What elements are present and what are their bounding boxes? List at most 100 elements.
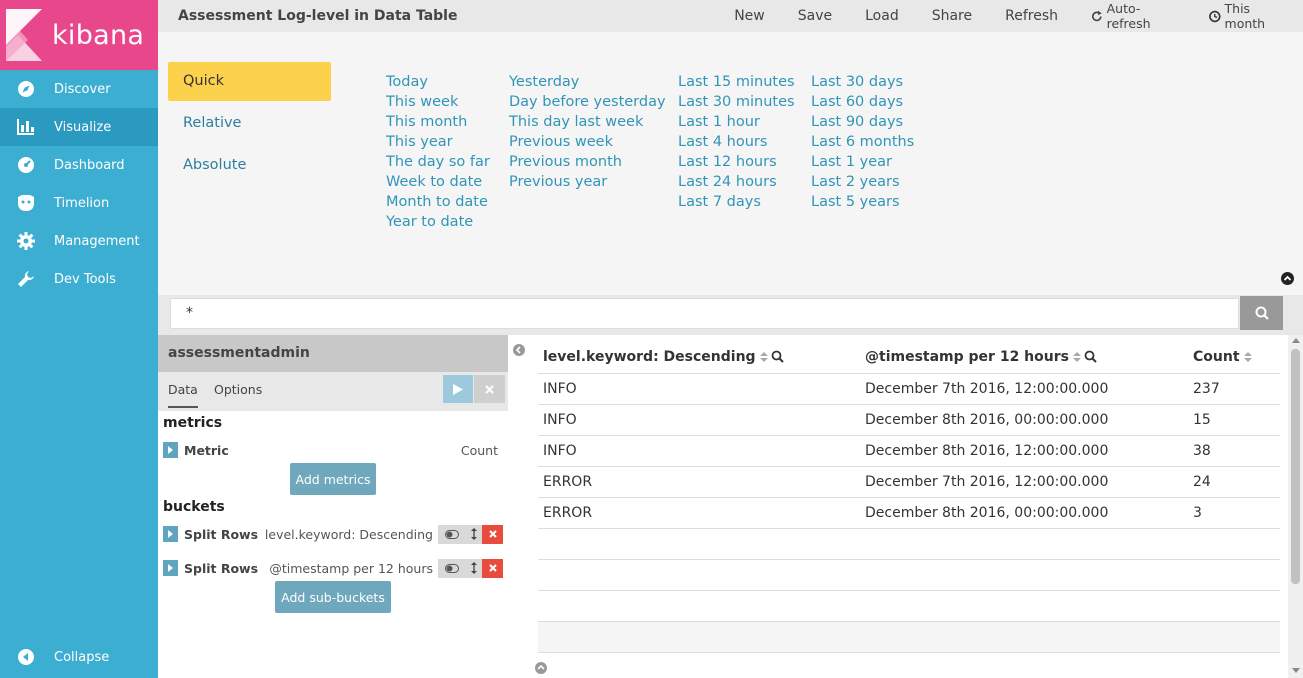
tab-options[interactable]: Options <box>214 382 262 408</box>
refresh-button[interactable]: Refresh <box>1005 8 1058 24</box>
quick-last-6-months[interactable]: Last 6 months <box>811 132 914 152</box>
magnifier-icon[interactable] <box>1084 350 1097 363</box>
scroll-up-arrow-icon[interactable] <box>1292 338 1300 343</box>
quick-this-day-last-week[interactable]: This day last week <box>509 112 666 132</box>
metric-agg-row[interactable]: Metric Count <box>163 439 503 461</box>
expand-chevron-up-icon[interactable] <box>535 662 547 674</box>
vertical-scrollbar[interactable] <box>1288 335 1303 678</box>
quick-previous-week[interactable]: Previous week <box>509 132 666 152</box>
bucket-agg-row[interactable]: Split Rows @timestamp per 12 hours <box>163 557 503 579</box>
quick-week-to-date[interactable]: Week to date <box>386 172 490 192</box>
data-table: level.keyword: Descending @timestamp per… <box>538 340 1280 653</box>
remove-icon[interactable] <box>482 524 503 544</box>
toggle-icon[interactable] <box>438 524 465 544</box>
empty-table-row <box>538 591 1280 622</box>
buckets-section-title: buckets <box>163 499 225 515</box>
quick-last-60-days[interactable]: Last 60 days <box>811 92 914 112</box>
tab-data[interactable]: Data <box>168 382 198 408</box>
quick-this-week[interactable]: This week <box>386 92 490 112</box>
column-header[interactable]: @timestamp per 12 hours <box>860 349 1188 365</box>
remove-icon[interactable] <box>482 558 503 578</box>
reorder-arrows-icon[interactable] <box>465 558 482 578</box>
column-header[interactable]: level.keyword: Descending <box>538 349 860 365</box>
sidebar-item-visualize[interactable]: Visualize <box>0 108 158 146</box>
quick-last-5-years[interactable]: Last 5 years <box>811 192 914 212</box>
add-metrics-button[interactable]: Add metrics <box>290 463 376 495</box>
bucket-agg-row[interactable]: Split Rows level.keyword: Descending <box>163 523 503 545</box>
kibana-logo[interactable]: kibana <box>0 0 158 70</box>
quick-this-month[interactable]: This month <box>386 112 490 132</box>
quick-previous-month[interactable]: Previous month <box>509 152 666 172</box>
quick-this-year[interactable]: This year <box>386 132 490 152</box>
apply-changes-button[interactable] <box>443 375 473 403</box>
quick-last-7-days[interactable]: Last 7 days <box>678 192 795 212</box>
magnifier-icon[interactable] <box>771 350 784 363</box>
reorder-arrows-icon[interactable] <box>465 524 482 544</box>
quick-last-1-hour[interactable]: Last 1 hour <box>678 112 795 132</box>
mode-quick[interactable]: Quick <box>168 62 331 101</box>
quick-column-2: Yesterday Day before yesterday This day … <box>509 72 666 192</box>
bucket-description: @timestamp per 12 hours <box>269 560 433 576</box>
save-button[interactable]: Save <box>798 8 832 24</box>
caret-right-icon[interactable] <box>163 526 178 542</box>
quick-last-15-minutes[interactable]: Last 15 minutes <box>678 72 795 92</box>
quick-previous-year[interactable]: Previous year <box>509 172 666 192</box>
collapse-sidebar-button[interactable]: Collapse <box>0 638 158 676</box>
quick-year-to-date[interactable]: Year to date <box>386 212 490 232</box>
table-row: INFO December 7th 2016, 12:00:00.000 237 <box>538 374 1280 405</box>
mode-absolute[interactable]: Absolute <box>168 146 331 185</box>
caret-right-icon[interactable] <box>163 442 178 458</box>
caret-right-icon[interactable] <box>163 560 178 576</box>
new-button[interactable]: New <box>734 8 765 24</box>
sort-icon[interactable] <box>1243 351 1252 363</box>
quick-last-30-days[interactable]: Last 30 days <box>811 72 914 92</box>
bucket-description: level.keyword: Descending <box>264 526 433 542</box>
column-header-label: Count <box>1193 348 1240 365</box>
clock-icon <box>1209 10 1221 22</box>
search-button[interactable] <box>1240 296 1283 330</box>
quick-last-24-hours[interactable]: Last 24 hours <box>678 172 795 192</box>
column-header-label: level.keyword: Descending <box>543 348 756 365</box>
load-button[interactable]: Load <box>865 8 899 24</box>
quick-day-so-far[interactable]: The day so far <box>386 152 490 172</box>
quick-day-before-yesterday[interactable]: Day before yesterday <box>509 92 666 112</box>
table-cell: INFO <box>543 412 577 428</box>
table-cell: 237 <box>1193 381 1220 397</box>
kibana-logo-text: kibana <box>52 19 145 51</box>
wrench-icon <box>16 270 35 289</box>
quick-last-1-year[interactable]: Last 1 year <box>811 152 914 172</box>
quick-last-30-minutes[interactable]: Last 30 minutes <box>678 92 795 112</box>
share-button[interactable]: Share <box>932 8 972 24</box>
sort-icon[interactable] <box>1072 351 1081 363</box>
sidebar-item-timelion[interactable]: Timelion <box>0 184 158 222</box>
quick-month-to-date[interactable]: Month to date <box>386 192 490 212</box>
table-footer-row <box>538 622 1280 653</box>
column-header[interactable]: Count <box>1188 349 1280 365</box>
sidebar-item-label: Timelion <box>54 195 110 211</box>
timelion-icon <box>16 194 35 213</box>
quick-today[interactable]: Today <box>386 72 490 92</box>
table-cell: INFO <box>543 381 577 397</box>
sidebar-item-dashboard[interactable]: Dashboard <box>0 146 158 184</box>
scrollbar-thumb[interactable] <box>1291 349 1300 584</box>
quick-last-4-hours[interactable]: Last 4 hours <box>678 132 795 152</box>
close-time-picker-chevron-up-icon[interactable] <box>1281 272 1294 285</box>
discard-changes-button[interactable] <box>474 375 505 403</box>
toggle-icon[interactable] <box>438 558 465 578</box>
mode-relative[interactable]: Relative <box>168 104 331 143</box>
auto-refresh-button[interactable]: Auto-refresh <box>1091 1 1176 31</box>
search-input[interactable]: * <box>170 298 1239 329</box>
quick-last-2-years[interactable]: Last 2 years <box>811 172 914 192</box>
sidebar-item-discover[interactable]: Discover <box>0 70 158 108</box>
scroll-down-arrow-icon[interactable] <box>1292 668 1300 673</box>
time-range-button[interactable]: This month <box>1209 1 1287 31</box>
collapse-editor-chevron-left-icon[interactable] <box>513 344 525 356</box>
quick-yesterday[interactable]: Yesterday <box>509 72 666 92</box>
sort-icon[interactable] <box>759 351 768 363</box>
quick-last-90-days[interactable]: Last 90 days <box>811 112 914 132</box>
add-sub-buckets-button[interactable]: Add sub-buckets <box>275 581 391 613</box>
table-cell: ERROR <box>543 474 593 490</box>
sidebar-item-dev-tools[interactable]: Dev Tools <box>0 260 158 298</box>
quick-last-12-hours[interactable]: Last 12 hours <box>678 152 795 172</box>
sidebar-item-management[interactable]: Management <box>0 222 158 260</box>
